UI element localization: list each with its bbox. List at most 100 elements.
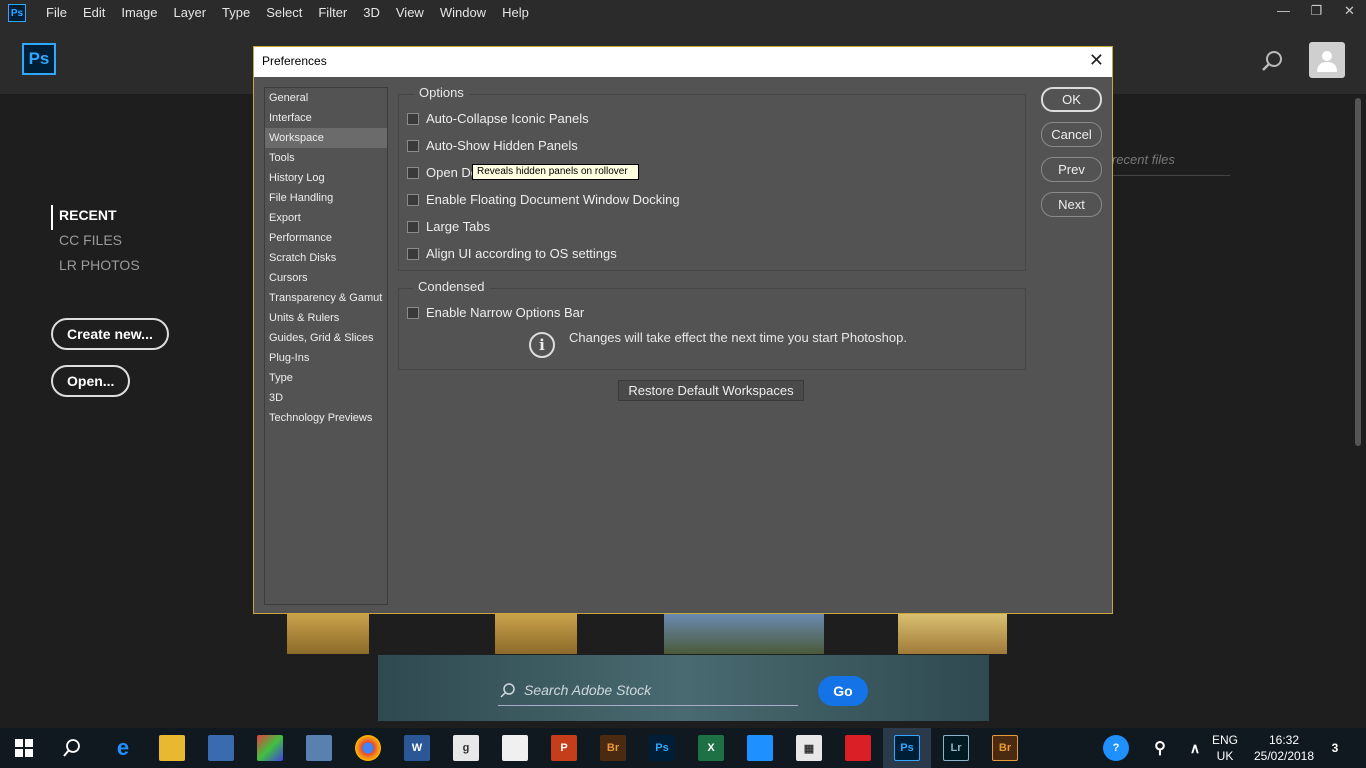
photoshop-icon[interactable]: Ps — [649, 735, 675, 761]
cancel-button[interactable]: Cancel — [1041, 122, 1102, 147]
powerpoint-icon[interactable]: P — [551, 735, 577, 761]
chrome-icon[interactable] — [355, 735, 381, 761]
checkbox-box[interactable] — [407, 166, 419, 179]
chevron-up-icon[interactable]: ∧ — [1182, 735, 1208, 761]
recent-thumbnail[interactable] — [495, 614, 577, 654]
auto-collapse-iconic-panels-checkbox[interactable]: Auto-Collapse Iconic Panels — [407, 111, 589, 126]
category-type[interactable]: Type — [265, 368, 387, 388]
category-technology-previews[interactable]: Technology Previews — [265, 408, 387, 428]
auto-show-hidden-panels-checkbox[interactable]: Auto-Show Hidden Panels — [407, 138, 578, 153]
menu-filter[interactable]: Filter — [310, 0, 355, 26]
nav-recent[interactable]: RECENT — [51, 205, 140, 230]
photoshop-app-icon[interactable]: Ps — [8, 4, 26, 22]
align-ui-os-settings-checkbox[interactable]: Align UI according to OS settings — [407, 246, 617, 261]
stock-go-button[interactable]: Go — [818, 676, 868, 706]
category-scratch-disks[interactable]: Scratch Disks — [265, 248, 387, 268]
recent-thumbnail[interactable] — [664, 614, 824, 654]
category-plug-ins[interactable]: Plug-Ins — [265, 348, 387, 368]
menu-edit[interactable]: Edit — [75, 0, 113, 26]
floating-window-docking-checkbox[interactable]: Enable Floating Document Window Docking — [407, 192, 680, 207]
help-icon[interactable]: ? — [1103, 735, 1129, 761]
option-label: Auto-Collapse Iconic Panels — [426, 111, 589, 126]
photoshop-active-icon[interactable]: Ps — [894, 735, 920, 761]
next-button[interactable]: Next — [1041, 192, 1102, 217]
large-tabs-checkbox[interactable]: Large Tabs — [407, 219, 490, 234]
stock-search-input[interactable]: Search Adobe Stock — [498, 680, 798, 706]
menu-select[interactable]: Select — [258, 0, 310, 26]
category-workspace[interactable]: Workspace — [265, 128, 387, 148]
checkbox-box[interactable] — [407, 139, 419, 152]
category-units-rulers[interactable]: Units & Rulers — [265, 308, 387, 328]
checkbox-box[interactable] — [407, 220, 419, 233]
category-performance[interactable]: Performance — [265, 228, 387, 248]
dialog-titlebar[interactable]: Preferences ✕ — [254, 47, 1112, 77]
checkbox-box[interactable] — [407, 193, 419, 206]
people-icon[interactable]: ⚲ — [1147, 735, 1173, 761]
category-tools[interactable]: Tools — [265, 148, 387, 168]
checkbox-box[interactable] — [407, 112, 419, 125]
paint-icon[interactable] — [257, 735, 283, 761]
calculator-icon[interactable]: ▦ — [796, 735, 822, 761]
nav-cc-files[interactable]: CC FILES — [51, 230, 140, 255]
creative-cloud-icon[interactable] — [845, 735, 871, 761]
photos-icon[interactable] — [502, 735, 528, 761]
dialog-close-button[interactable]: ✕ — [1089, 50, 1104, 71]
checkbox-box[interactable] — [407, 247, 419, 260]
windows-start-icon[interactable] — [15, 739, 33, 757]
minimize-button[interactable]: — — [1267, 0, 1300, 22]
lightroom-icon[interactable]: Lr — [943, 735, 969, 761]
menu-layer[interactable]: Layer — [166, 0, 215, 26]
open-documents-as-tabs-checkbox[interactable]: Open Dc — [407, 165, 477, 180]
excel-icon[interactable]: X — [698, 735, 724, 761]
preferences-category-list: General Interface Workspace Tools Histor… — [264, 87, 388, 605]
menu-type[interactable]: Type — [214, 0, 258, 26]
search-icon[interactable] — [62, 738, 82, 758]
edge-icon[interactable]: e — [110, 735, 136, 761]
computer-icon[interactable] — [306, 735, 332, 761]
category-3d[interactable]: 3D — [265, 388, 387, 408]
category-transparency-gamut[interactable]: Transparency & Gamut — [265, 288, 387, 308]
menu-window[interactable]: Window — [432, 0, 494, 26]
windows-taskbar: e W g P Br Ps X ▦ Ps Lr Br ? ⚲ ∧ ENG UK … — [0, 728, 1366, 768]
messenger-icon[interactable] — [747, 735, 773, 761]
checkbox-box[interactable] — [407, 306, 419, 319]
recent-thumbnail[interactable] — [287, 614, 369, 654]
restore-button[interactable]: ❐ — [1300, 0, 1333, 22]
category-file-handling[interactable]: File Handling — [265, 188, 387, 208]
file-explorer-icon[interactable] — [159, 735, 185, 761]
app-icon[interactable]: g — [453, 735, 479, 761]
restore-default-workspaces-button[interactable]: Restore Default Workspaces — [618, 380, 804, 401]
ok-button[interactable]: OK — [1041, 87, 1102, 112]
prev-button[interactable]: Prev — [1041, 157, 1102, 182]
bridge-pinned-icon[interactable]: Br — [992, 735, 1018, 761]
category-cursors[interactable]: Cursors — [265, 268, 387, 288]
menu-view[interactable]: View — [388, 0, 432, 26]
menu-3d[interactable]: 3D — [355, 0, 388, 26]
search-icon[interactable] — [1262, 50, 1284, 72]
category-guides-grid-slices[interactable]: Guides, Grid & Slices — [265, 328, 387, 348]
menu-help[interactable]: Help — [494, 0, 537, 26]
store-icon[interactable] — [208, 735, 234, 761]
option-label: Large Tabs — [426, 219, 491, 234]
notifications-icon[interactable]: 3 — [1322, 735, 1348, 761]
start-scrollbar[interactable] — [1355, 98, 1361, 446]
bridge-icon[interactable]: Br — [600, 735, 626, 761]
word-icon[interactable]: W — [404, 735, 430, 761]
clock[interactable]: 16:32 25/02/2018 — [1249, 732, 1319, 764]
language-indicator[interactable]: ENG UK — [1212, 732, 1238, 764]
nav-lr-photos[interactable]: LR PHOTOS — [51, 255, 140, 280]
menu-image[interactable]: Image — [113, 0, 165, 26]
create-new-button[interactable]: Create new... — [51, 318, 169, 350]
recent-thumbnail[interactable] — [898, 614, 1007, 654]
category-history-log[interactable]: History Log — [265, 168, 387, 188]
category-export[interactable]: Export — [265, 208, 387, 228]
open-button[interactable]: Open... — [51, 365, 131, 397]
category-interface[interactable]: Interface — [265, 108, 387, 128]
recent-files-filter[interactable]: recent files — [1112, 150, 1230, 176]
category-general[interactable]: General — [265, 88, 387, 108]
condensed-group: Condensed Enable Narrow Options Bar i Ch… — [398, 279, 1026, 370]
menu-file[interactable]: File — [38, 0, 75, 26]
avatar[interactable] — [1309, 42, 1345, 78]
narrow-options-bar-checkbox[interactable]: Enable Narrow Options Bar — [407, 305, 584, 320]
close-window-button[interactable]: ✕ — [1333, 0, 1366, 22]
